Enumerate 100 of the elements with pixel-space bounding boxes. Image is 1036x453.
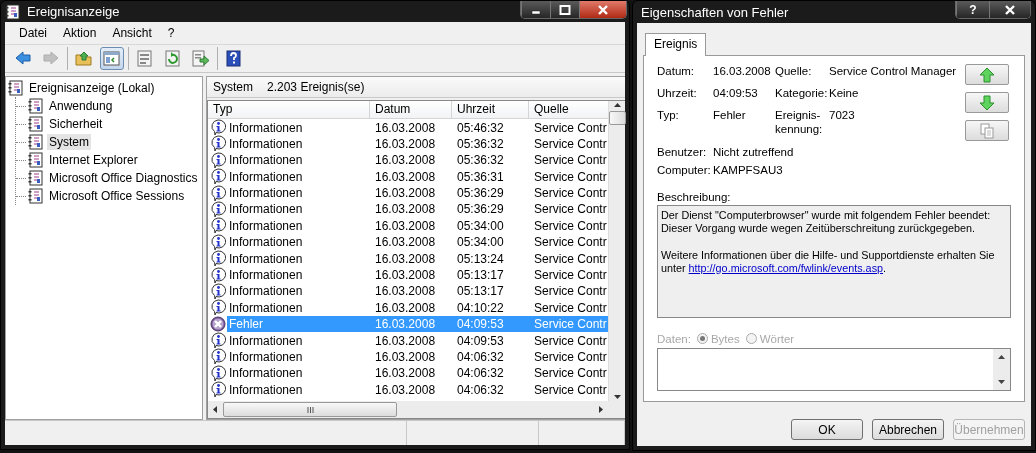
scrollbar-thumb[interactable] [223,402,397,417]
tree-item[interactable]: Anwendung [47,98,115,114]
description-text: Der Dienst "Computerbrowser" wurde mit folgendem Fehler beendet: Dieser Vorgang wurde wegen Zeitüberschreitung zurückgegeben. [661,209,992,235]
table-cell-text: 04:06:32 [456,349,505,364]
field-label: Ereignis-kennung: [775,108,824,136]
table-cell-text: Service Contr [533,218,608,233]
next-button[interactable] [965,92,1009,113]
event-count: 2.203 Ereignis(se) [267,80,365,94]
table-cell-text: 16.03.2008 [374,366,437,381]
scroll-left-icon [211,405,219,414]
column-header[interactable]: Datum [370,101,452,118]
table-cell-text: 16.03.2008 [374,169,437,184]
tree-item[interactable]: Microsoft Office Sessions [47,188,187,204]
vertical-scrollbar[interactable] [608,101,625,401]
table-cell-text: 05:34:00 [456,235,505,250]
scrollbar-thumb[interactable] [608,111,626,125]
window-title: Ereignisanzeige [27,4,120,19]
dialog-button[interactable]: OK [791,419,863,440]
tree-item[interactable]: Microsoft Office Diagnostics [47,170,200,186]
refresh-icon [164,50,182,67]
field-value: 7023 [829,108,856,122]
table-cell-text: Service Contr [533,268,608,282]
table-cell-text: 16.03.2008 [374,120,437,135]
menu-item[interactable]: ? [159,26,183,40]
field-value: 04:09:53 [713,86,759,100]
close-icon [1004,4,1016,15]
table-cell-text: 05:13:17 [456,268,505,282]
menu-item[interactable]: Aktion [55,26,105,40]
scroll-up-icon [997,352,1006,361]
menu-item[interactable]: Datei [11,26,55,40]
field-label: Uhrzeit: [657,86,698,100]
table-cell: 04:09:53 [452,316,529,333]
field-label: Typ: [657,108,680,122]
field-value: Service Control Manager [829,64,957,78]
field-label: Quelle: [775,64,813,78]
export-icon [192,50,210,67]
tree-item[interactable]: System [47,134,91,150]
minimize-button[interactable] [521,1,550,18]
description-text: Weitere Informationen über die Hilfe- und Supportdienste erhalten Sie unter http://go.microsoft.com/fwlink/events.asp. [661,249,996,275]
close-icon [597,4,609,15]
table-cell-text: Service Contr [533,120,608,135]
table-cell-text: Informationen [228,381,304,398]
table-cell-text: Informationen [228,185,304,202]
table-cell-text: Informationen [228,283,304,300]
table-cell-text: Service Contr [533,202,608,217]
log-book-icon [28,170,44,186]
table-cell-text: 16.03.2008 [374,268,437,282]
document-icon [136,50,154,67]
table-cell-text: Informationen [228,234,304,251]
tree-item[interactable]: Internet Explorer [47,152,140,168]
previous-button[interactable] [965,64,1009,85]
table-cell-text: 16.03.2008 [374,300,437,315]
horizontal-scrollbar[interactable] [208,401,608,418]
app-icon [5,3,21,20]
tab[interactable]: Ereignis [645,33,707,56]
table-cell-text: Informationen [228,332,304,349]
help-button[interactable]: ? [956,1,989,18]
table-cell-text: 05:36:32 [456,136,505,151]
field-label: Beschreibung: [657,191,732,203]
table-cell-text: 05:36:31 [456,169,505,184]
back-arrow-icon [14,50,32,67]
vertical-scrollbar[interactable] [993,348,1010,390]
table-cell-text: 16.03.2008 [374,202,437,217]
close-button[interactable] [579,1,626,18]
table-cell-text: 16.03.2008 [374,186,437,201]
copy-icon [979,122,995,139]
table-cell-text: 16.03.2008 [374,382,437,397]
field-value: 16.03.2008 [713,64,772,78]
field-label: Benutzer: [657,145,708,159]
table-cell-text: Service Contr [533,366,608,381]
field-value: Keine [829,86,860,100]
table-cell-text: Service Contr [533,136,608,151]
table-cell-text: 05:34:00 [456,218,505,233]
tree-item[interactable]: Sicherheit [47,116,105,132]
menu-item[interactable]: Ansicht [104,26,160,40]
log-name: System [213,80,253,94]
maximize-button[interactable] [550,1,579,18]
table-cell-text: 05:36:29 [456,186,505,201]
forward-arrow-icon [42,50,60,67]
table-cell-text: Informationen [228,348,304,365]
field-label: Kategorie: [775,86,825,100]
dialog-button[interactable]: Abbrechen [872,419,944,440]
table-cell-text: 04:10:22 [456,300,505,315]
table-cell-text: Informationen [228,250,304,267]
table-cell-text: 04:06:32 [456,382,505,397]
down-arrow-icon [979,94,995,111]
grip-icon [306,405,314,414]
table-cell-text: Informationen [228,267,304,283]
table-cell-text: Service Contr [533,251,608,266]
scroll-right-icon [597,405,605,414]
table-cell-text: 16.03.2008 [374,218,437,233]
tree-pane-icon [103,50,121,67]
copy-button[interactable] [965,120,1009,141]
tree-item[interactable]: Ereignisanzeige (Lokal) [27,80,157,96]
close-button[interactable] [989,1,1030,18]
table-cell-text: Service Contr [533,235,608,250]
table-cell-text: 04:09:53 [456,333,505,348]
table-cell-text: 04:06:32 [456,366,505,381]
column-header[interactable]: Typ [208,101,370,118]
column-header[interactable]: Uhrzeit [452,101,529,118]
